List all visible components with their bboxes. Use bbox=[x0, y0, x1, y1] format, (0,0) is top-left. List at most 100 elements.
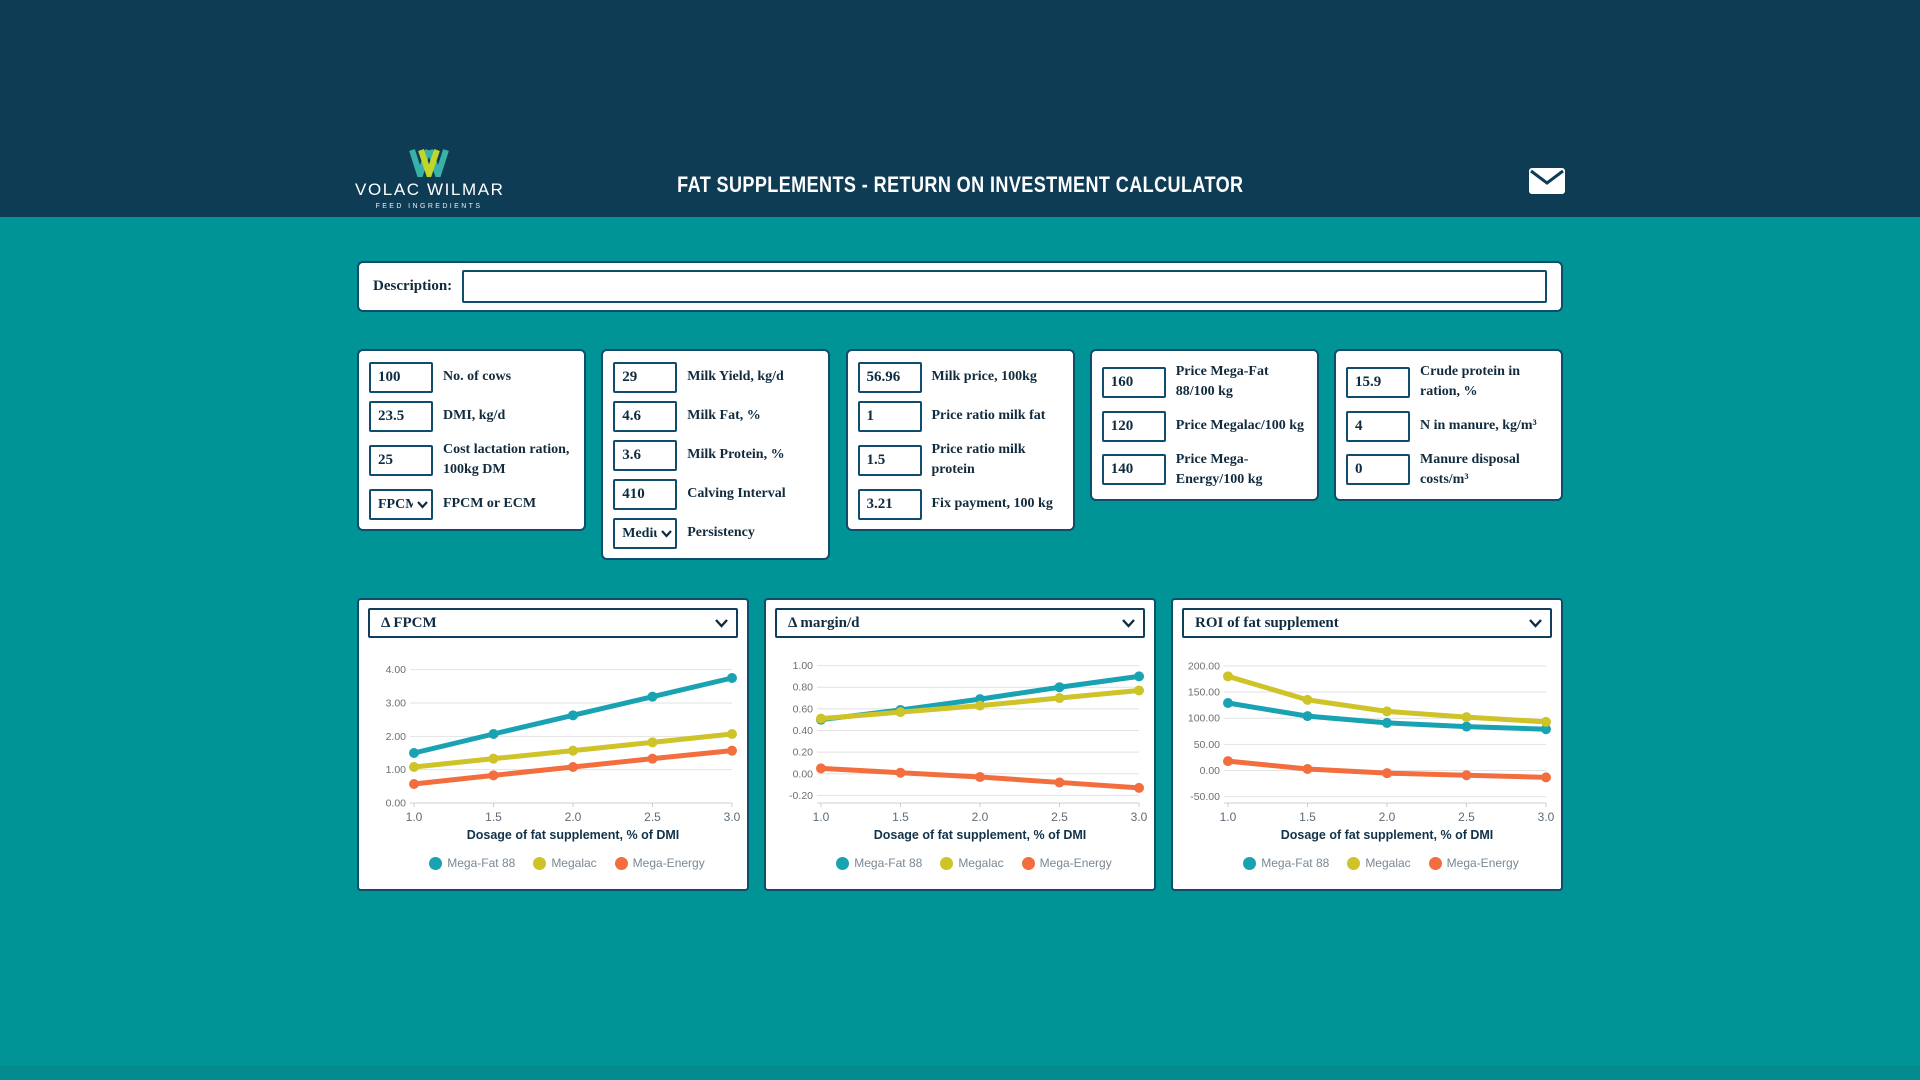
manure-disposal-input[interactable] bbox=[1346, 454, 1410, 485]
chart-legend: Mega-Fat 88 Megalac Mega-Energy bbox=[368, 856, 738, 870]
input-row: Milk price, 100kg bbox=[858, 362, 1063, 393]
milk-price-input[interactable] bbox=[858, 362, 922, 393]
input-row: Price Megalac/100 kg bbox=[1102, 411, 1307, 442]
chart-legend: Mega-Fat 88 Megalac Mega-Energy bbox=[775, 856, 1145, 870]
svg-text:2.0: 2.0 bbox=[1379, 810, 1396, 824]
cost-lactation-ration-input[interactable] bbox=[369, 445, 433, 476]
svg-text:2.0: 2.0 bbox=[565, 810, 582, 824]
fix-payment-input[interactable] bbox=[858, 489, 922, 520]
svg-text:1.00: 1.00 bbox=[793, 660, 814, 672]
calving-interval-input[interactable] bbox=[613, 479, 677, 510]
input-row: N in manure, kg/m³ bbox=[1346, 411, 1551, 442]
svg-text:1.5: 1.5 bbox=[485, 810, 502, 824]
legend-label: Megalac bbox=[1365, 856, 1410, 870]
legend-label: Mega-Fat 88 bbox=[447, 856, 515, 870]
input-row: Price ratio milk fat bbox=[858, 401, 1063, 432]
svg-text:3.0: 3.0 bbox=[1538, 810, 1554, 824]
svg-text:Dosage of fat supplement, % of: Dosage of fat supplement, % of DMI bbox=[1281, 828, 1494, 842]
description-card: Description: bbox=[357, 261, 1563, 312]
legend-label: Mega-Energy bbox=[1447, 856, 1519, 870]
price-ratio-milk-protein-input[interactable] bbox=[858, 445, 922, 476]
chart-card-delta-margin: Δ margin/d -0.200.000.200.400.600.801.00… bbox=[764, 598, 1156, 891]
svg-text:50.00: 50.00 bbox=[1194, 739, 1220, 751]
crude-protein-input[interactable] bbox=[1346, 367, 1410, 398]
chart-metric-select[interactable]: Δ margin/d bbox=[775, 608, 1145, 638]
svg-text:-50.00: -50.00 bbox=[1190, 791, 1220, 803]
page-title: FAT SUPPLEMENTS - RETURN ON INVESTMENT C… bbox=[677, 172, 1243, 198]
legend-dot bbox=[615, 857, 628, 870]
panel-herd: No. of cows DMI, kg/d Cost lactation rat… bbox=[357, 349, 586, 531]
page: VOLAC WILMAR FEED INGREDIENTS FAT SUPPLE… bbox=[0, 0, 1920, 1080]
content: Description: No. of cows DMI, kg/d Cost … bbox=[357, 261, 1563, 891]
input-row: No. of cows bbox=[369, 362, 574, 393]
price-mega-fat-input[interactable] bbox=[1102, 367, 1166, 398]
chart-card-delta-fpcm: Δ FPCM 0.001.002.003.004.001.01.52.02.53… bbox=[357, 598, 749, 891]
svg-text:0.60: 0.60 bbox=[793, 703, 814, 715]
svg-text:2.5: 2.5 bbox=[644, 810, 661, 824]
input-panels-row: No. of cows DMI, kg/d Cost lactation rat… bbox=[357, 349, 1563, 560]
chart-metric-select[interactable]: Δ FPCM bbox=[368, 608, 738, 638]
input-row: Price ratio milk protein bbox=[858, 440, 1063, 481]
line-chart: -0.200.000.200.400.600.801.001.01.52.02.… bbox=[775, 644, 1145, 854]
svg-text:Dosage of fat supplement, % of: Dosage of fat supplement, % of DMI bbox=[874, 828, 1087, 842]
description-input[interactable] bbox=[462, 270, 1547, 303]
app-header: VOLAC WILMAR FEED INGREDIENTS FAT SUPPLE… bbox=[0, 0, 1920, 217]
legend-dot bbox=[1022, 857, 1035, 870]
svg-text:1.5: 1.5 bbox=[892, 810, 909, 824]
n-in-manure-input[interactable] bbox=[1346, 411, 1410, 442]
legend-label: Megalac bbox=[958, 856, 1003, 870]
description-label: Description: bbox=[373, 278, 452, 295]
milk-fat-label: Milk Fat, % bbox=[687, 406, 818, 426]
legend-item: Mega-Energy bbox=[1429, 856, 1519, 870]
milk-protein-label: Milk Protein, % bbox=[687, 445, 818, 465]
input-row: DMI, kg/d bbox=[369, 401, 574, 432]
dmi-input[interactable] bbox=[369, 401, 433, 432]
input-row: Cost lactation ration, 100kg DM bbox=[369, 440, 574, 481]
fpcm-ecm-select[interactable]: FPCM bbox=[369, 489, 433, 520]
milk-yield-input[interactable] bbox=[613, 362, 677, 393]
svg-text:4.00: 4.00 bbox=[386, 664, 407, 676]
svg-text:1.5: 1.5 bbox=[1299, 810, 1316, 824]
svg-text:0.40: 0.40 bbox=[793, 725, 814, 737]
legend-dot bbox=[429, 857, 442, 870]
legend-label: Megalac bbox=[551, 856, 596, 870]
legend-dot bbox=[533, 857, 546, 870]
svg-text:0.20: 0.20 bbox=[793, 747, 814, 759]
milk-yield-label: Milk Yield, kg/d bbox=[687, 367, 818, 387]
panel-supplement-prices: Price Mega-Fat 88/100 kg Price Megalac/1… bbox=[1090, 349, 1319, 501]
svg-text:-0.20: -0.20 bbox=[789, 790, 813, 802]
price-megalac-input[interactable] bbox=[1102, 411, 1166, 442]
svg-text:2.00: 2.00 bbox=[386, 731, 407, 743]
price-mega-fat-label: Price Mega-Fat 88/100 kg bbox=[1176, 362, 1307, 403]
price-ratio-milk-fat-label: Price ratio milk fat bbox=[932, 406, 1063, 426]
legend-item: Mega-Fat 88 bbox=[429, 856, 515, 870]
svg-text:0.80: 0.80 bbox=[793, 682, 814, 694]
mail-icon[interactable] bbox=[1528, 166, 1566, 196]
persistency-select[interactable]: Medium bbox=[613, 518, 677, 549]
legend-item: Megalac bbox=[1347, 856, 1410, 870]
price-mega-energy-label: Price Mega-Energy/100 kg bbox=[1176, 450, 1307, 491]
no-of-cows-input[interactable] bbox=[369, 362, 433, 393]
legend-dot bbox=[836, 857, 849, 870]
milk-fat-input[interactable] bbox=[613, 401, 677, 432]
input-row: Milk Fat, % bbox=[613, 401, 818, 432]
legend-item: Mega-Energy bbox=[615, 856, 705, 870]
price-mega-energy-input[interactable] bbox=[1102, 454, 1166, 485]
milk-protein-input[interactable] bbox=[613, 440, 677, 471]
input-row: Manure disposal costs/m³ bbox=[1346, 450, 1551, 491]
svg-text:2.5: 2.5 bbox=[1458, 810, 1475, 824]
line-chart: 0.001.002.003.004.001.01.52.02.53.0Dosag… bbox=[368, 644, 738, 854]
svg-text:200.00: 200.00 bbox=[1188, 660, 1220, 672]
price-megalac-label: Price Megalac/100 kg bbox=[1176, 416, 1307, 436]
svg-text:1.0: 1.0 bbox=[813, 810, 830, 824]
chart-metric-select[interactable]: ROI of fat supplement bbox=[1182, 608, 1552, 638]
legend-dot bbox=[1429, 857, 1442, 870]
svg-text:0.00: 0.00 bbox=[1200, 765, 1221, 777]
legend-item: Mega-Fat 88 bbox=[836, 856, 922, 870]
legend-item: Mega-Energy bbox=[1022, 856, 1112, 870]
svg-text:3.0: 3.0 bbox=[1131, 810, 1147, 824]
svg-text:2.5: 2.5 bbox=[1051, 810, 1068, 824]
price-ratio-milk-fat-input[interactable] bbox=[858, 401, 922, 432]
crude-protein-label: Crude protein in ration, % bbox=[1420, 362, 1551, 403]
chart-card-roi: ROI of fat supplement -50.000.0050.00100… bbox=[1171, 598, 1563, 891]
